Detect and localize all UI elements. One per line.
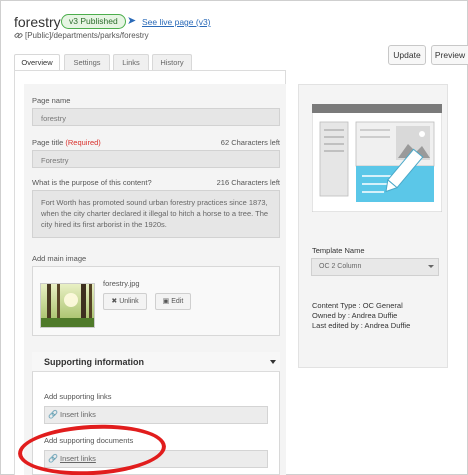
template-name-label: Template Name	[312, 246, 365, 255]
link-chain-icon	[14, 32, 23, 39]
template-select[interactable]: OC 2 Column	[311, 258, 439, 276]
unlink-icon: ✖	[111, 298, 118, 305]
page-title-counter: 62 Characters left	[220, 138, 280, 147]
insert-links-field[interactable]: Insert links	[44, 406, 268, 424]
tab-bar: Overview Settings Links History	[14, 54, 394, 71]
main-image-label: Add main image	[32, 254, 87, 263]
page-name-field[interactable]: forestry	[32, 108, 280, 126]
page-title-field[interactable]: Forestry	[32, 150, 280, 168]
last-edited-text: Last edited by : Andrea Duffie	[312, 321, 411, 330]
tab-history[interactable]: History	[152, 54, 192, 70]
see-live-page-link[interactable]: See live page (v3)	[142, 17, 211, 27]
tab-links[interactable]: Links	[113, 54, 149, 70]
preview-button[interactable]: Preview	[431, 45, 468, 65]
supporting-info-title: Supporting information	[44, 357, 144, 367]
edit-image-button[interactable]: ▣ Edit	[155, 293, 191, 310]
status-badge: v3 Published	[61, 14, 126, 29]
chevron-down-icon	[428, 265, 434, 268]
owned-by-text: Owned by : Andrea Duffie	[312, 311, 398, 320]
purpose-label: What is the purpose of this content?	[32, 178, 152, 187]
required-marker: (Required)	[65, 138, 101, 147]
template-preview-illustration	[312, 104, 442, 212]
purpose-counter: 216 Characters left	[216, 178, 280, 187]
page-title-heading: forestry	[14, 14, 61, 30]
image-file-name: forestry.jpg	[103, 279, 140, 288]
page-name-label: Page name	[32, 96, 71, 105]
image-edit-icon: ▣	[162, 298, 170, 305]
page-path: [Public]/departments/parks/forestry	[25, 31, 149, 40]
unlink-button[interactable]: ✖ Unlink	[103, 293, 147, 310]
tab-overview[interactable]: Overview	[14, 54, 60, 71]
update-button[interactable]: Update	[388, 45, 426, 65]
content-type-text: Content Type : OC General	[312, 301, 403, 310]
page-title-label: Page title (Required)	[32, 138, 101, 147]
supporting-links-label: Add supporting links	[44, 392, 112, 401]
purpose-textarea[interactable]: Fort Worth has promoted sound urban fore…	[32, 190, 280, 238]
link-chain-icon: 🔗	[48, 410, 58, 419]
chevron-down-icon[interactable]	[270, 360, 276, 364]
forest-thumbnail	[40, 283, 95, 328]
tab-settings[interactable]: Settings	[64, 54, 110, 70]
arrow-icon: ➤	[127, 15, 137, 27]
